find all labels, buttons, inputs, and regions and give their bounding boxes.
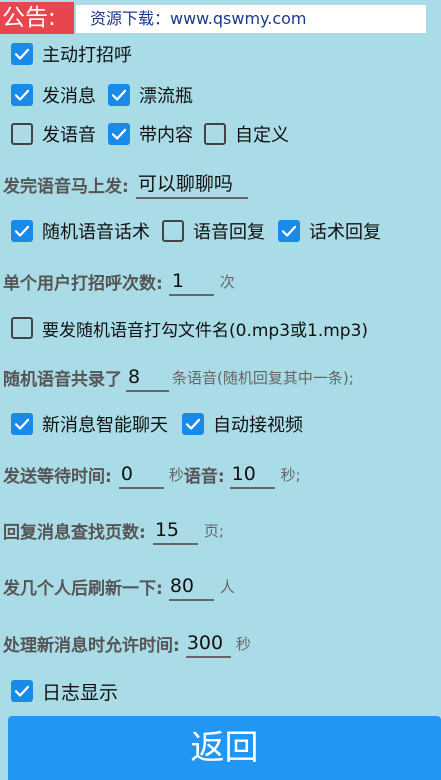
with-content-label: 带内容 (139, 125, 193, 146)
voice-wait-unit: 秒; (280, 465, 301, 484)
script-reply-label: 话术回复 (309, 222, 381, 243)
voice-reply-checkbox[interactable] (162, 220, 184, 242)
send-voice-checkbox[interactable] (11, 123, 33, 145)
new-msg-time-row: 处理新消息时允许时间: 300 秒 (3, 625, 251, 661)
smart-chat-label: 新消息智能聊天 (42, 415, 168, 436)
send-message-checkbox[interactable] (11, 84, 33, 106)
send-message-label: 发消息 (42, 86, 96, 107)
voice-after-label: 发完语音马上发: (3, 176, 129, 197)
voice-reply-option[interactable]: 语音回复 (162, 213, 265, 249)
random-voice-script-checkbox[interactable] (11, 220, 33, 242)
script-reply-option[interactable]: 话术回复 (278, 213, 381, 249)
voice-wait-label: 语音: (183, 466, 225, 487)
reply-pages-row: 回复消息查找页数: 15 页; (3, 512, 224, 548)
new-msg-time-input[interactable]: 300 (185, 628, 231, 658)
checkmark-icon (14, 685, 30, 697)
drift-bottle-label: 漂流瓶 (139, 86, 193, 107)
auto-video-checkbox[interactable] (182, 413, 204, 435)
greet-option[interactable]: 主动打招呼 (11, 36, 132, 72)
checkmark-icon (111, 128, 127, 140)
wait-time-label: 发送等待时间: (3, 466, 112, 487)
random-voice-script-label: 随机语音话术 (42, 222, 150, 243)
voice-count-input[interactable]: 8 (126, 362, 169, 392)
new-msg-time-unit: 秒 (235, 634, 251, 653)
log-display-checkbox[interactable] (11, 680, 33, 702)
notice-text: 资源下载：www.qswmy.com (76, 5, 426, 33)
checkmark-icon (111, 89, 127, 101)
send-message-option[interactable]: 发消息 (11, 77, 96, 113)
voice-reply-label: 语音回复 (193, 222, 265, 243)
voice-after-row: 发完语音马上发: 可以聊聊吗 (3, 166, 248, 202)
custom-checkbox[interactable] (204, 123, 226, 145)
auto-video-option[interactable]: 自动接视频 (182, 406, 303, 442)
with-content-checkbox[interactable] (108, 123, 130, 145)
greet-times-input[interactable]: 1 (168, 266, 214, 296)
greet-checkbox[interactable] (11, 43, 33, 65)
greet-label: 主动打招呼 (42, 45, 132, 66)
custom-option[interactable]: 自定义 (204, 116, 289, 152)
send-voice-label: 发语音 (42, 125, 96, 146)
notice-bar: 公告: 资源下载：www.qswmy.com (0, 0, 441, 36)
reply-pages-label: 回复消息查找页数: (3, 522, 146, 543)
smart-chat-checkbox[interactable] (11, 413, 33, 435)
voice-count-label: 随机语音共录了 (3, 369, 122, 390)
refresh-after-label: 发几个人后刷新一下: (3, 578, 163, 599)
notice-label: 公告: (0, 2, 74, 34)
checkmark-icon (14, 48, 30, 60)
checkmark-icon (14, 89, 30, 101)
send-voice-option[interactable]: 发语音 (11, 116, 96, 152)
greet-times-label: 单个用户打招呼次数: (3, 273, 163, 294)
script-reply-checkbox[interactable] (278, 220, 300, 242)
checkmark-icon (185, 418, 201, 430)
reply-pages-input[interactable]: 15 (152, 515, 198, 545)
checkmark-icon (14, 225, 30, 237)
reply-pages-unit: 页; (203, 521, 224, 540)
wait-time-unit: 秒 (168, 465, 184, 484)
refresh-after-row: 发几个人后刷新一下: 80 人 (3, 568, 235, 604)
random-voice-file-option[interactable]: 要发随机语音打勾文件名(0.mp3或1.mp3) (11, 310, 368, 346)
checkmark-icon (281, 225, 297, 237)
greet-times-row: 单个用户打招呼次数: 1 次 (3, 263, 235, 299)
auto-video-label: 自动接视频 (213, 415, 303, 436)
wait-time-row: 发送等待时间: 0 秒 语音: 10 秒; (3, 456, 301, 492)
new-msg-time-label: 处理新消息时允许时间: (3, 635, 180, 656)
wait-time-input[interactable]: 0 (118, 459, 164, 489)
random-voice-script-option[interactable]: 随机语音话术 (11, 213, 150, 249)
log-display-label: 日志显示 (42, 681, 119, 704)
voice-wait-input[interactable]: 10 (229, 459, 275, 489)
drift-bottle-checkbox[interactable] (108, 84, 130, 106)
smart-chat-option[interactable]: 新消息智能聊天 (11, 406, 168, 442)
refresh-after-unit: 人 (219, 577, 235, 596)
log-display-option[interactable]: 日志显示 (11, 673, 118, 709)
voice-count-unit: 条语音(随机回复其中一条); (172, 368, 354, 387)
back-button[interactable]: 返回 (8, 716, 441, 780)
with-content-option[interactable]: 带内容 (108, 116, 193, 152)
random-voice-file-label: 要发随机语音打勾文件名(0.mp3或1.mp3) (42, 320, 369, 341)
refresh-after-input[interactable]: 80 (168, 571, 214, 601)
random-voice-file-checkbox[interactable] (11, 317, 33, 339)
checkmark-icon (14, 418, 30, 430)
voice-after-input[interactable]: 可以聊聊吗 (135, 169, 248, 199)
greet-times-unit: 次 (219, 272, 235, 291)
drift-bottle-option[interactable]: 漂流瓶 (108, 77, 193, 113)
custom-label: 自定义 (235, 125, 289, 146)
voice-count-row: 随机语音共录了 8 条语音(随机回复其中一条); (3, 359, 354, 395)
